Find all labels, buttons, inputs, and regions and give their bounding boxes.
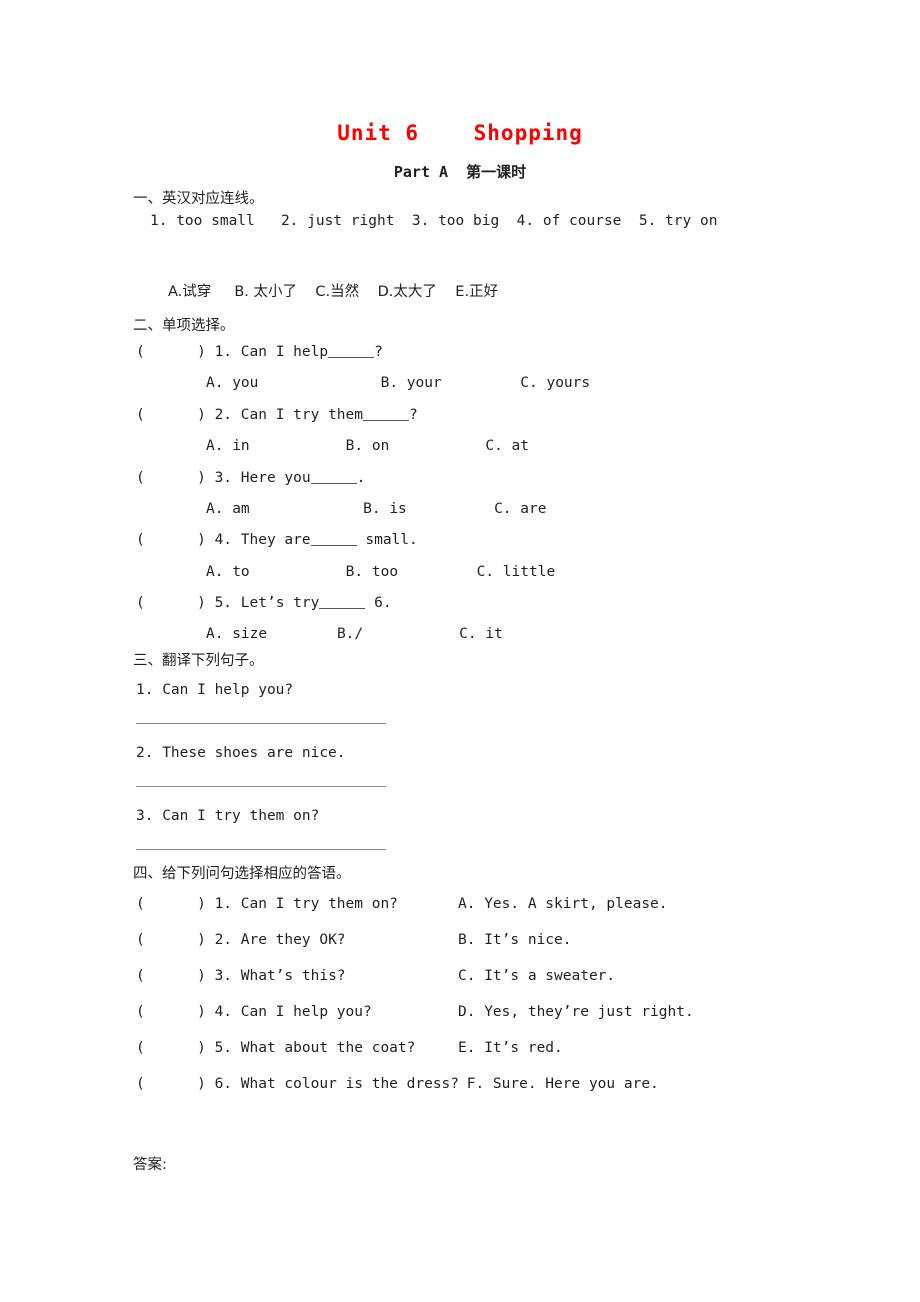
match-question: 2. Are they OK? <box>214 932 346 948</box>
question-stem-end: 6. <box>365 595 392 611</box>
section-2-options-2[interactable]: A. in B. on C. at <box>206 438 529 454</box>
answer-bracket[interactable]: ( ) <box>136 407 206 423</box>
section-4-row-6: ( ) 6. What colour is the dress? <box>136 1076 459 1092</box>
question-stem: They are <box>240 532 311 548</box>
question-stem: Here you <box>240 470 311 486</box>
answer-bracket[interactable]: ( ) <box>136 1004 206 1020</box>
fill-in-blank[interactable] <box>310 533 357 546</box>
answer-rule-3[interactable] <box>136 849 386 850</box>
answer-bracket[interactable]: ( ) <box>136 932 206 948</box>
answer-bracket[interactable]: ( ) <box>136 968 206 984</box>
question-stem: Can I help <box>240 344 329 360</box>
section-2-options-3[interactable]: A. am B. is C. are <box>206 501 546 517</box>
section-4-row-1: ( ) 1. Can I try them on? <box>136 896 398 912</box>
section-4-row-4: ( ) 4. Can I help you? <box>136 1004 372 1020</box>
answer-bracket[interactable]: ( ) <box>136 595 206 611</box>
answers-label: 答案: <box>133 1157 167 1173</box>
worksheet-page: Unit 6 Shopping Part A 第一课时 一、英汉对应连线。 1.… <box>0 0 920 1302</box>
section-2-options-4[interactable]: A. to B. too C. little <box>206 564 555 580</box>
answer-bracket[interactable]: ( ) <box>136 1040 206 1056</box>
section-2-question-2: ( ) 2. Can I try them? <box>136 407 418 423</box>
section-1-english-items: 1. too small 2. just right 3. too big 4.… <box>150 213 718 229</box>
fill-in-blank[interactable] <box>328 345 375 358</box>
answer-bracket[interactable]: ( ) <box>136 1076 206 1092</box>
section-4-row-5: ( ) 5. What about the coat? <box>136 1040 415 1056</box>
match-answer-d[interactable]: D. Yes, they’re just right. <box>458 1004 694 1020</box>
match-question: 5. What about the coat? <box>214 1040 416 1056</box>
section-1-heading: 一、英汉对应连线。 <box>133 191 264 207</box>
question-number: 2. <box>214 407 233 423</box>
match-answer-c[interactable]: C. It’s a sweater. <box>458 968 615 984</box>
question-stem-end: ? <box>409 407 418 423</box>
match-question: 6. What colour is the dress? <box>214 1076 460 1092</box>
section-2-question-5: ( ) 5. Let’s try 6. <box>136 595 392 611</box>
match-question: 3. What’s this? <box>214 968 346 984</box>
section-3-sentence-3: 3. Can I try them on? <box>136 808 320 824</box>
question-stem-end: small. <box>356 532 418 548</box>
section-2-heading: 二、单项选择。 <box>133 318 235 334</box>
answer-rule-2[interactable] <box>136 786 386 787</box>
match-answer-a[interactable]: A. Yes. A skirt, please. <box>458 896 668 912</box>
question-stem-end: ? <box>374 344 383 360</box>
question-stem: Let’s try <box>240 595 320 611</box>
question-number: 3. <box>214 470 233 486</box>
page-title: Unit 6 Shopping <box>337 121 583 145</box>
section-4-heading: 四、给下列问句选择相应的答语。 <box>133 866 351 882</box>
section-2-options-1[interactable]: A. you B. your C. yours <box>206 375 590 391</box>
section-2-question-4: ( ) 4. They are small. <box>136 532 418 548</box>
section-4-row-2: ( ) 2. Are they OK? <box>136 932 346 948</box>
fill-in-blank[interactable] <box>310 471 357 484</box>
section-3-sentence-1: 1. Can I help you? <box>136 682 294 698</box>
match-answer-b[interactable]: B. It’s nice. <box>458 932 572 948</box>
section-2-question-3: ( ) 3. Here you. <box>136 470 365 486</box>
match-answer-f[interactable]: F. Sure. Here you are. <box>458 1076 659 1092</box>
match-question: 1. Can I try them on? <box>214 896 398 912</box>
answer-bracket[interactable]: ( ) <box>136 532 206 548</box>
answer-rule-1[interactable] <box>136 723 386 724</box>
answer-bracket[interactable]: ( ) <box>136 470 206 486</box>
question-stem-end: . <box>356 470 366 486</box>
answer-bracket[interactable]: ( ) <box>136 344 206 360</box>
section-3-heading: 三、翻译下列句子。 <box>133 653 264 669</box>
section-1-chinese-items: A.试穿 B. 太小了 C.当然 D.太大了 E.正好 <box>168 284 499 300</box>
fill-in-blank[interactable] <box>363 408 409 421</box>
fill-in-blank[interactable] <box>319 596 366 609</box>
section-2-options-5[interactable]: A. size B./ C. it <box>206 626 503 642</box>
question-number: 4. <box>214 532 233 548</box>
page-subtitle: Part A 第一课时 <box>393 163 527 181</box>
question-number: 5. <box>214 595 233 611</box>
match-answer-e[interactable]: E. It’s red. <box>458 1040 563 1056</box>
section-4-row-3: ( ) 3. What’s this? <box>136 968 346 984</box>
question-stem: Can I try them <box>240 407 363 423</box>
answer-bracket[interactable]: ( ) <box>136 896 206 912</box>
question-number: 1. <box>214 344 233 360</box>
section-2-question-1: ( ) 1. Can I help? <box>136 344 383 360</box>
section-3-sentence-2: 2. These shoes are nice. <box>136 745 346 761</box>
match-question: 4. Can I help you? <box>214 1004 372 1020</box>
